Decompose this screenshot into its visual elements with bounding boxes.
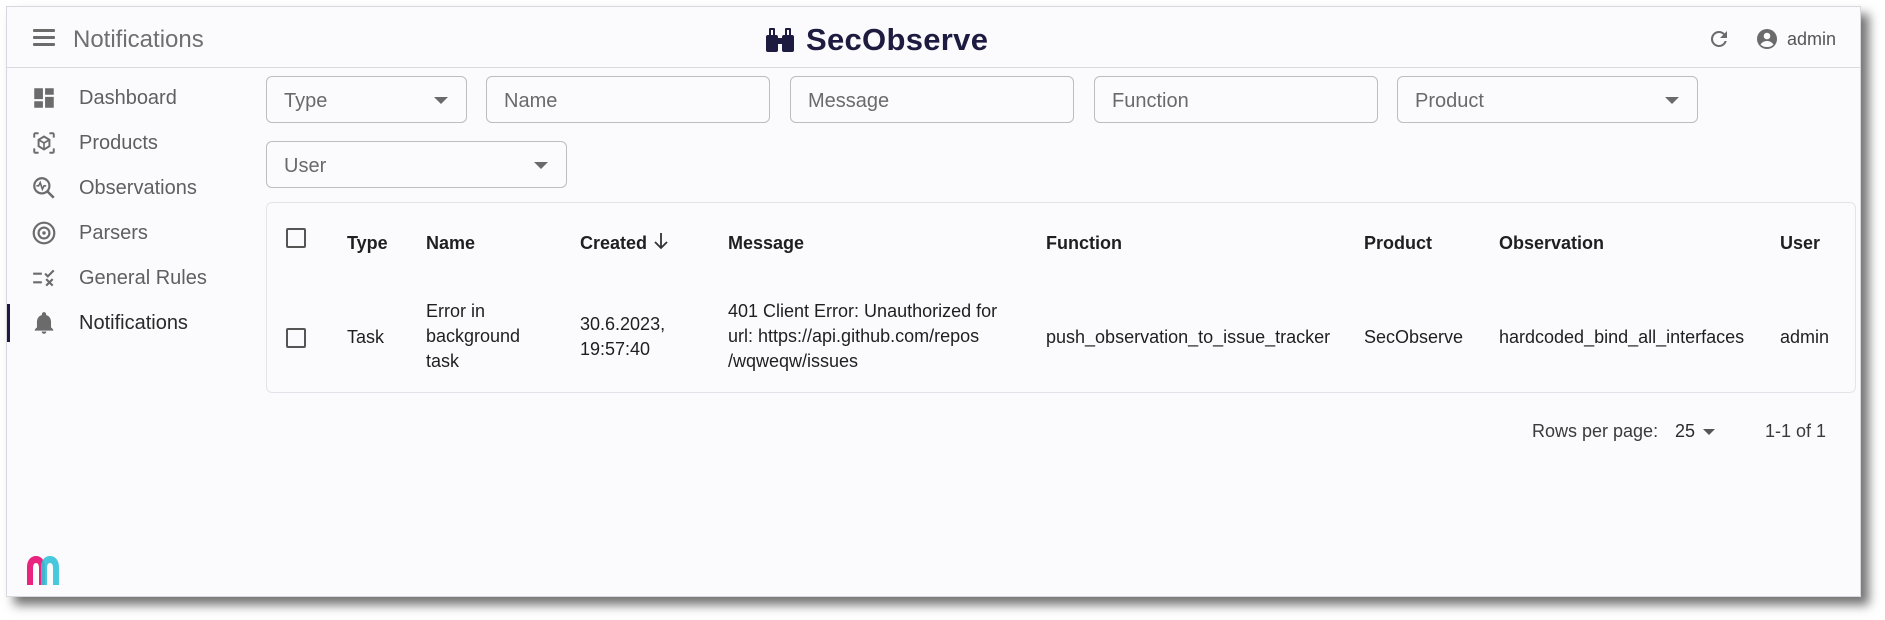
sidebar-item-notifications[interactable]: Notifications [7, 300, 257, 345]
message-filter-input[interactable]: Message [790, 76, 1074, 123]
sidebar-item-label: Products [79, 132, 158, 154]
column-header-created[interactable]: Created [580, 233, 647, 254]
app-window: Notifications SecObserve admin Dashboard… [6, 6, 1861, 597]
menu-button[interactable] [29, 23, 59, 53]
rows-per-page-select[interactable]: 25 [1675, 417, 1727, 445]
column-header-function[interactable]: Function [1046, 233, 1122, 254]
sidebar: Dashboard Products Observations Parsers … [7, 75, 257, 345]
refresh-icon[interactable] [1707, 27, 1731, 51]
function-filter-placeholder: Function [1112, 90, 1189, 112]
name-filter-input[interactable]: Name [486, 76, 770, 123]
bell-icon [34, 312, 54, 334]
brand-logo: SecObserve [764, 22, 989, 57]
rows-per-page-label: Rows per page: [1532, 421, 1659, 441]
sidebar-item-label: Parsers [79, 222, 148, 244]
sidebar-item-label: Notifications [79, 312, 188, 334]
message-filter-placeholder: Message [808, 90, 890, 112]
pagination-range: 1-1 of 1 [1765, 421, 1827, 441]
sidebar-item-label: Observations [79, 177, 197, 199]
product-filter[interactable]: Product [1397, 76, 1698, 123]
column-header-type[interactable]: Type [347, 233, 388, 254]
dashboard-icon [34, 88, 54, 108]
column-header-message[interactable]: Message [728, 233, 804, 254]
sidebar-item-label: General Rules [79, 267, 207, 289]
function-filter-input[interactable]: Function [1094, 76, 1378, 123]
app-bar: Notifications SecObserve admin [7, 7, 1860, 68]
user-menu[interactable]: admin [1755, 27, 1836, 51]
dropdown-arrow-icon [434, 97, 448, 104]
dropdown-arrow-icon [534, 162, 548, 169]
cell-function: push_observation_to_issue_tracker [1046, 327, 1331, 347]
sidebar-item-general-rules[interactable]: General Rules [7, 255, 257, 300]
name-filter-placeholder: Name [504, 90, 558, 112]
products-icon [33, 132, 55, 154]
dropdown-arrow-icon [1665, 97, 1679, 104]
account-circle-icon [1757, 29, 1777, 49]
cell-type: Task [347, 327, 385, 347]
cell-created: 30.6.2023, 19:57:40 [580, 314, 666, 359]
page-title: Notifications [73, 26, 204, 53]
select-all-checkbox[interactable] [286, 228, 306, 248]
column-header-user[interactable]: User [1780, 233, 1820, 254]
rows-per-page-value: 25 [1675, 421, 1696, 441]
sidebar-item-dashboard[interactable]: Dashboard [7, 75, 257, 120]
column-header-product[interactable]: Product [1364, 233, 1432, 254]
parsers-icon [32, 221, 56, 245]
sidebar-item-products[interactable]: Products [7, 120, 257, 165]
sort-descending-icon[interactable] [653, 231, 669, 251]
sidebar-item-observations[interactable]: Observations [7, 165, 257, 210]
cell-user: admin [1780, 327, 1830, 347]
product-filter-label: Product [1415, 90, 1484, 112]
type-filter-label: Type [284, 90, 328, 112]
general-rules-icon [33, 269, 55, 287]
cell-observation: hardcoded_bind_all_interfaces [1499, 327, 1745, 347]
user-filter[interactable]: User [266, 141, 567, 188]
column-header-observation[interactable]: Observation [1499, 233, 1604, 254]
sidebar-item-label: Dashboard [79, 87, 177, 109]
cell-product: SecObserve [1364, 327, 1464, 347]
row-checkbox[interactable] [286, 328, 306, 348]
user-filter-label: User [284, 155, 327, 177]
cell-name: Error in background task [426, 301, 521, 371]
binoculars-icon [766, 28, 794, 52]
user-name: admin [1787, 28, 1837, 49]
brand-name: SecObserve [806, 22, 989, 57]
notifications-table: Type Name Created Message Function Produ… [266, 202, 1856, 393]
column-header-name[interactable]: Name [426, 233, 475, 254]
cell-message: 401 Client Error: Unauthorized for url: … [728, 301, 998, 371]
dropdown-arrow-icon [1703, 429, 1715, 435]
observations-icon [33, 177, 55, 199]
app-logo-icon [27, 556, 59, 585]
type-filter[interactable]: Type [266, 76, 467, 123]
sidebar-item-parsers[interactable]: Parsers [7, 210, 257, 255]
